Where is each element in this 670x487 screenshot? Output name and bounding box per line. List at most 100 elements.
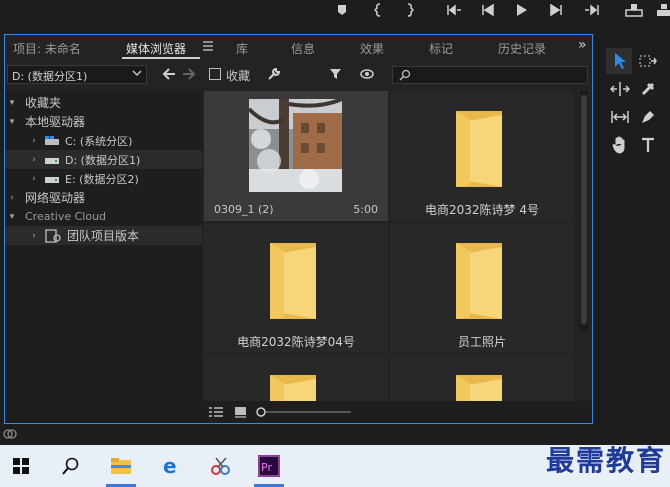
folder-icon (266, 373, 320, 401)
tab-overflow-icon[interactable]: » (578, 37, 587, 53)
zoom-slider[interactable] (255, 405, 355, 419)
drive-icon (45, 174, 59, 184)
filter-icon[interactable] (329, 68, 343, 80)
media-item-duration: 5:00 (353, 203, 378, 216)
mark-in-icon[interactable] (368, 0, 388, 20)
go-to-in-icon[interactable] (444, 0, 464, 20)
chevron-right-icon[interactable]: › (27, 136, 41, 146)
tree-item-favorites[interactable]: ▾ 收藏夹 (5, 93, 202, 112)
media-item-folder[interactable]: 电商2032陈诗梦04号 (204, 223, 388, 353)
watermark-text: 最需教育 (546, 444, 667, 477)
chevron-right-icon[interactable]: › (27, 174, 41, 184)
media-item-name: 员工照片 (457, 335, 506, 349)
windows-start-icon[interactable] (0, 445, 42, 487)
overwrite-icon[interactable] (654, 0, 670, 20)
chevron-right-icon[interactable]: › (5, 193, 19, 203)
media-item-folder[interactable] (390, 355, 574, 401)
marker-icon[interactable] (332, 0, 352, 20)
tree-item-label: D: (数据分区1) (65, 153, 141, 167)
go-to-out-icon[interactable] (582, 0, 602, 20)
track-select-tool-icon[interactable] (636, 50, 660, 72)
chevron-right-icon[interactable]: › (27, 231, 41, 241)
type-tool-icon[interactable] (636, 134, 660, 156)
insert-icon[interactable] (624, 0, 644, 20)
chevron-down-icon[interactable]: ▾ (5, 117, 19, 127)
chevron-down-icon (132, 68, 142, 78)
render-status-icon (3, 428, 17, 440)
svg-text:e: e (163, 456, 177, 476)
search-icon (398, 69, 412, 81)
media-item-video[interactable]: 0309_1 (2) 5:00 (204, 91, 388, 221)
folder-icon (452, 241, 506, 321)
snipping-tool-icon[interactable] (200, 445, 242, 487)
drive-select-value: D: (数据分区1) (12, 70, 88, 83)
tree-item-drive-d[interactable]: › D: (数据分区1) (5, 150, 202, 169)
back-arrow-icon[interactable] (162, 68, 176, 80)
file-explorer-icon[interactable] (100, 445, 142, 487)
taskbar: e Pr 最需教育 (0, 444, 670, 487)
panel-tabs: 项目: 未命名 媒体浏览器 库 信息 效果 标记 历史记录 » (5, 35, 592, 59)
selection-tool-icon[interactable] (608, 50, 632, 72)
search-icon[interactable] (50, 445, 92, 487)
tab-markers[interactable]: 标记 (429, 40, 453, 57)
slip-tool-icon[interactable] (608, 106, 632, 128)
icon-view-icon[interactable] (234, 406, 248, 418)
chevron-right-icon[interactable]: › (27, 155, 41, 165)
media-item-folder[interactable]: 员工照片 (390, 223, 574, 353)
hand-tool-icon[interactable] (608, 134, 632, 156)
forward-arrow-icon[interactable] (182, 68, 196, 80)
browser-toolbar: D: (数据分区1) 收藏 (5, 62, 592, 88)
media-item-name: 电商2032陈诗梦 4号 (425, 203, 539, 217)
ripple-edit-tool-icon[interactable] (608, 78, 632, 100)
drive-icon (45, 155, 59, 165)
tree-item-team-projects[interactable]: › 团队项目版本 (5, 226, 202, 245)
favorites-checkbox[interactable] (209, 68, 221, 80)
tab-effects[interactable]: 效果 (360, 40, 384, 57)
tree-item-label: 网络驱动器 (25, 191, 86, 205)
drive-select[interactable]: D: (数据分区1) (7, 65, 147, 84)
tree-item-drive-c[interactable]: › C: (系统分区) (5, 131, 202, 150)
tree-item-label: 团队项目版本 (67, 229, 140, 243)
team-project-icon (45, 228, 61, 243)
play-icon[interactable] (512, 0, 532, 20)
edge-browser-icon[interactable]: e (150, 445, 192, 487)
tab-media-browser[interactable]: 媒体浏览器 (126, 40, 186, 57)
active-tab-indicator (122, 57, 200, 59)
media-item-folder[interactable] (204, 355, 388, 401)
step-back-icon[interactable] (478, 0, 498, 20)
transport-bar (0, 0, 670, 33)
tree-item-local-drives[interactable]: ▾ 本地驱动器 (5, 112, 202, 131)
media-grid: 0309_1 (2) 5:00 电商2032陈诗梦 4号 电商2032陈诗梦04… (204, 91, 589, 401)
hamburger-icon[interactable] (203, 41, 213, 51)
pen-tool-icon[interactable] (636, 106, 660, 128)
media-item-name: 电商2032陈诗梦04号 (237, 335, 355, 349)
list-view-icon[interactable] (208, 406, 224, 418)
system-drive-icon (45, 135, 59, 146)
chevron-down-icon[interactable]: ▾ (5, 212, 19, 222)
tree-item-label: E: (数据分区2) (65, 172, 139, 186)
tree-item-label: Creative Cloud (25, 210, 107, 223)
scrollbar-thumb[interactable] (581, 95, 587, 325)
favorites-label: 收藏 (226, 69, 251, 83)
tree-item-drive-e[interactable]: › E: (数据分区2) (5, 169, 202, 188)
tab-info[interactable]: 信息 (291, 40, 315, 57)
grid-scrollbar[interactable] (580, 91, 588, 331)
search-input[interactable] (392, 66, 588, 84)
tree-item-creative-cloud[interactable]: ▾ Creative Cloud (5, 207, 202, 226)
razor-tool-icon[interactable] (636, 78, 660, 100)
media-item-folder[interactable]: 电商2032陈诗梦 4号 (390, 91, 574, 221)
tab-libraries[interactable]: 库 (236, 40, 248, 57)
folder-tree: ▾ 收藏夹 ▾ 本地驱动器 › C: (系统分区) › D: (数据分区1) ›… (5, 91, 202, 401)
tab-project[interactable]: 项目: 未命名 (13, 40, 81, 57)
video-thumbnail (249, 99, 342, 192)
mark-out-icon[interactable] (400, 0, 420, 20)
tree-item-network-drives[interactable]: › 网络驱动器 (5, 188, 202, 207)
media-item-name: 0309_1 (2) (214, 203, 274, 216)
tab-history[interactable]: 历史记录 (498, 40, 546, 57)
view-eye-icon[interactable] (360, 68, 376, 80)
tree-item-label: C: (系统分区) (65, 134, 133, 148)
premiere-pro-icon[interactable]: Pr (248, 445, 290, 487)
wrench-icon[interactable] (267, 67, 281, 81)
step-forward-icon[interactable] (546, 0, 566, 20)
chevron-down-icon[interactable]: ▾ (5, 98, 19, 108)
